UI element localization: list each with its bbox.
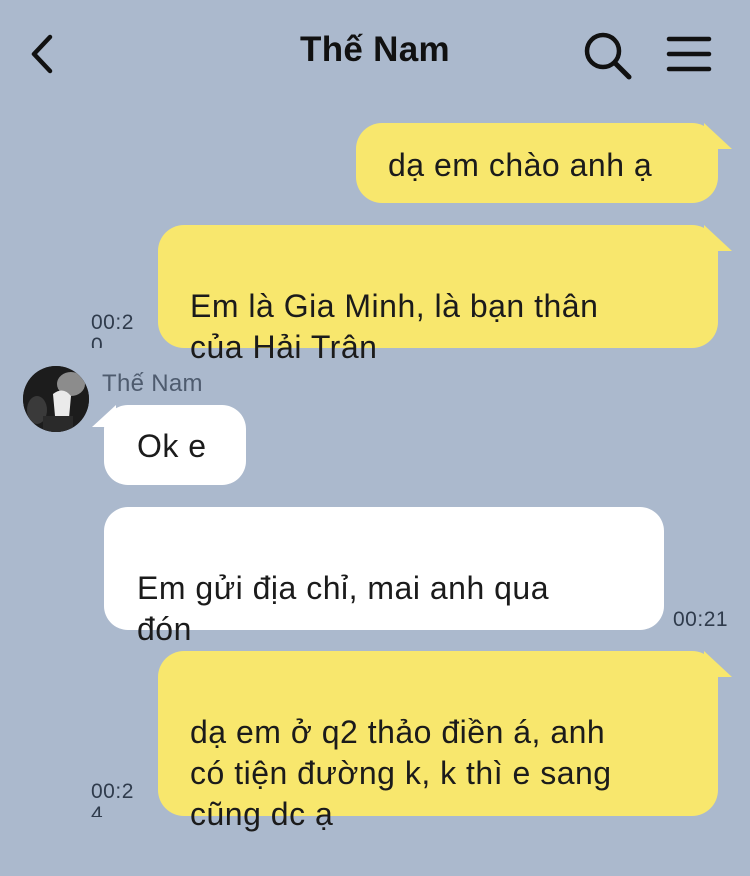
bubble-tail <box>92 405 116 427</box>
message-text: dạ em ở q2 thảo điền á, anh có tiện đườn… <box>190 714 612 832</box>
sender-name: Thế Nam <box>102 370 203 397</box>
message-text: Ok e <box>137 428 207 464</box>
profile-photo <box>23 366 89 432</box>
incoming-message-bubble[interactable]: Ok e <box>104 405 246 485</box>
message-text: dạ em chào anh ạ <box>388 147 653 183</box>
outgoing-message-bubble[interactable]: Em là Gia Minh, là bạn thân của Hải Trân <box>158 225 718 365</box>
search-button[interactable] <box>582 30 634 82</box>
search-icon <box>584 32 632 80</box>
incoming-message-bubble[interactable]: Em gửi địa chỉ, mai anh qua đón <box>104 507 664 647</box>
message-text: Em gửi địa chỉ, mai anh qua đón <box>137 570 550 647</box>
hamburger-menu-icon <box>666 36 712 72</box>
bubble-tail <box>704 123 732 149</box>
bubble-tail <box>704 651 732 677</box>
message-text: Em là Gia Minh, là bạn thân của Hải Trân <box>190 288 599 365</box>
outgoing-message-bubble[interactable]: dạ em chào anh ạ <box>356 123 718 203</box>
message-timestamp: 00:24 <box>91 780 134 817</box>
chat-title: Thế Nam <box>300 30 450 69</box>
bubble-tail <box>704 225 732 251</box>
chat-header: Thế Nam <box>0 0 750 108</box>
message-timestamp: 00:21 <box>673 608 729 631</box>
outgoing-message-bubble[interactable]: dạ em ở q2 thảo điền á, anh có tiện đườn… <box>158 651 718 832</box>
avatar[interactable] <box>23 366 89 432</box>
menu-button[interactable] <box>666 34 712 74</box>
message-timestamp: 00:20 <box>91 311 134 348</box>
